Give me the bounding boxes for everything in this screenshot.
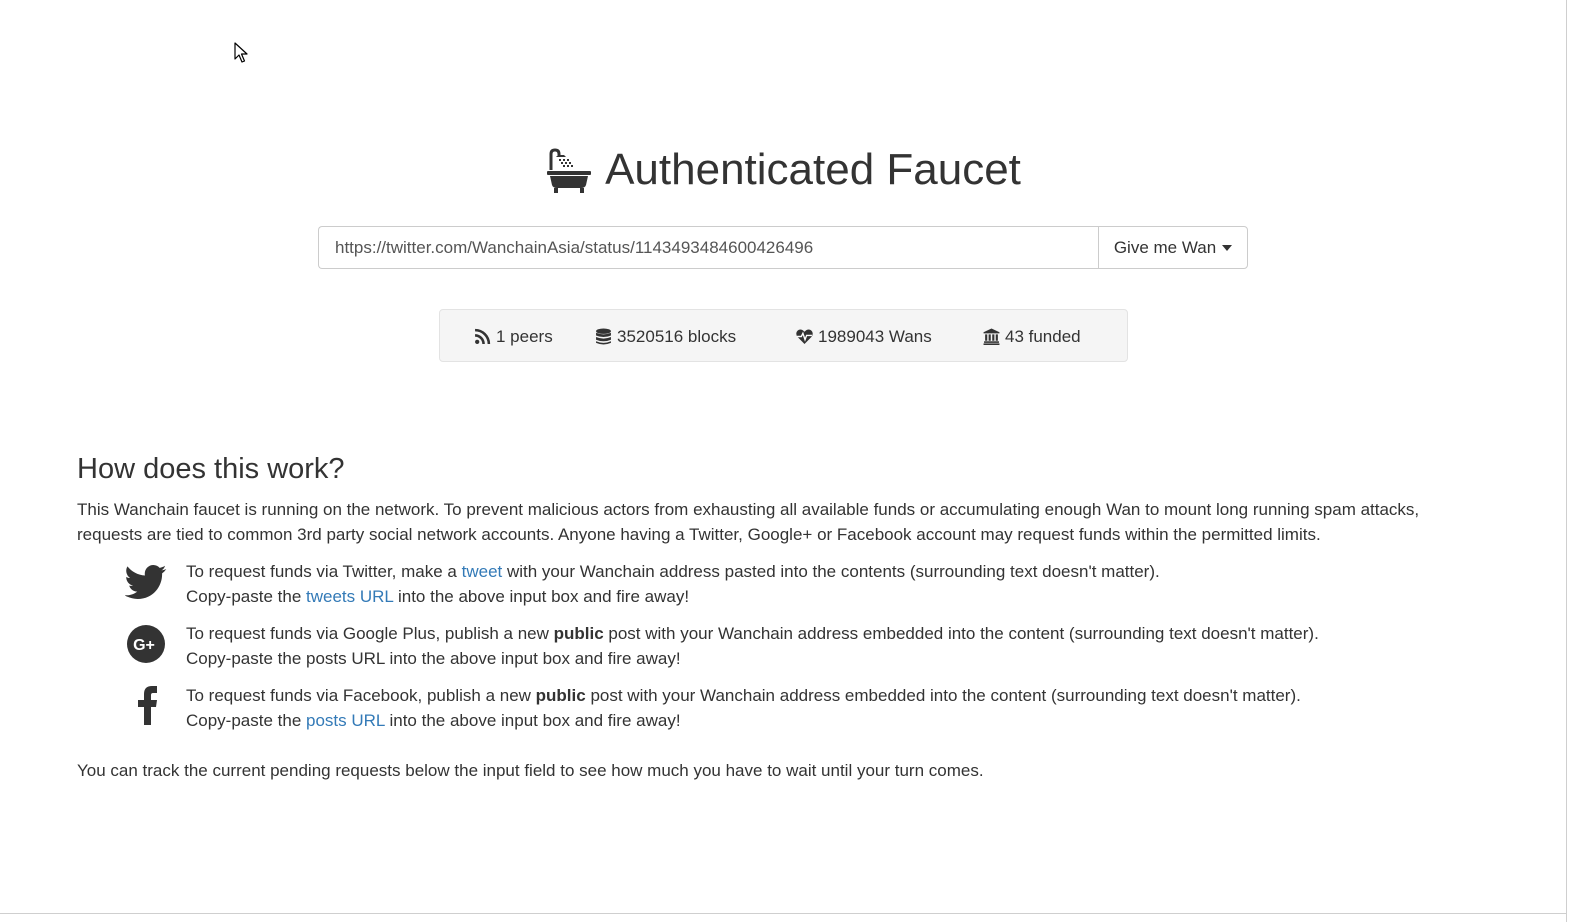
bath-icon (547, 148, 592, 193)
heartbeat-icon (796, 329, 813, 344)
caret-down-icon (1222, 244, 1233, 251)
page-title-text: Authenticated Faucet (605, 145, 1021, 194)
facebook-public-bold: public (535, 686, 586, 705)
page: Authenticated Faucet Give me Wan 1 peers (0, 0, 1580, 922)
give-me-wan-dropdown-button[interactable]: Give me Wan (1098, 226, 1248, 269)
facebook-text-pre: To request funds via Facebook, publish a… (186, 686, 536, 705)
wans-stat: 1989043 Wans (796, 310, 932, 363)
blocks-count: 3520516 blocks (617, 326, 737, 346)
twitter-icon (125, 565, 167, 599)
request-input-group: Give me Wan (318, 226, 1248, 269)
intro-line-1: This Wanchain faucet is running on the n… (77, 500, 1420, 519)
facebook-text-post: post with your Wanchain address embedded… (585, 686, 1301, 705)
svg-text:G+: G+ (133, 637, 155, 654)
give-me-wan-label: Give me Wan (1113, 237, 1217, 257)
page-title: Authenticated Faucet (0, 142, 1566, 198)
google-line2: Copy-paste the posts URL into the above … (186, 649, 681, 668)
peers-count: 1 peers (496, 326, 553, 346)
google-plus-instructions-text: To request funds via Google Plus, publis… (186, 621, 1319, 671)
scrollbar[interactable] (1566, 0, 1580, 922)
mouse-cursor-icon (234, 42, 248, 63)
bank-icon (983, 328, 1000, 345)
wans-balance: 1989043 Wans (818, 326, 932, 346)
facebook-instructions-text: To request funds via Facebook, publish a… (186, 683, 1301, 733)
funded-stat: 43 funded (983, 310, 1081, 363)
blocks-stat: 3520516 blocks (595, 310, 736, 363)
how-it-works-heading: How does this work? (77, 453, 345, 485)
twitter-instructions-text: To request funds via Twitter, make a twe… (186, 559, 1160, 609)
bottom-divider (0, 913, 1566, 914)
facebook-line2-pre: Copy-paste the (186, 711, 307, 730)
database-icon (596, 328, 611, 345)
funded-count: 43 funded (1005, 326, 1081, 346)
social-url-input[interactable] (318, 226, 1098, 269)
posts-url-link[interactable]: posts URL (306, 711, 385, 730)
twitter-text-post: with your Wanchain address pasted into t… (502, 562, 1160, 581)
google-text-pre: To request funds via Google Plus, publis… (186, 624, 554, 643)
google-public-bold: public (553, 624, 604, 643)
how-it-works-intro: This Wanchain faucet is running on the n… (77, 497, 1477, 547)
google-plus-icon: G+ (127, 625, 165, 663)
tweets-url-link[interactable]: tweets URL (306, 587, 393, 606)
twitter-text-pre: To request funds via Twitter, make a (186, 562, 462, 581)
peers-stat: 1 peers (474, 310, 553, 363)
facebook-line2-post: into the above input box and fire away! (384, 711, 681, 730)
network-stats-bar: 1 peers 3520516 blocks 1989043 Wans 43 f… (439, 309, 1128, 362)
facebook-icon (138, 686, 157, 725)
rss-icon (474, 328, 491, 345)
google-text-post: post with your Wanchain address embedded… (603, 624, 1319, 643)
twitter-line2-post: into the above input box and fire away! (393, 587, 690, 606)
intro-line-2: requests are tied to common 3rd party so… (77, 525, 1321, 544)
tweet-link[interactable]: tweet (462, 562, 503, 581)
pending-requests-note: You can track the current pending reques… (77, 761, 984, 780)
twitter-line2-pre: Copy-paste the (186, 587, 307, 606)
